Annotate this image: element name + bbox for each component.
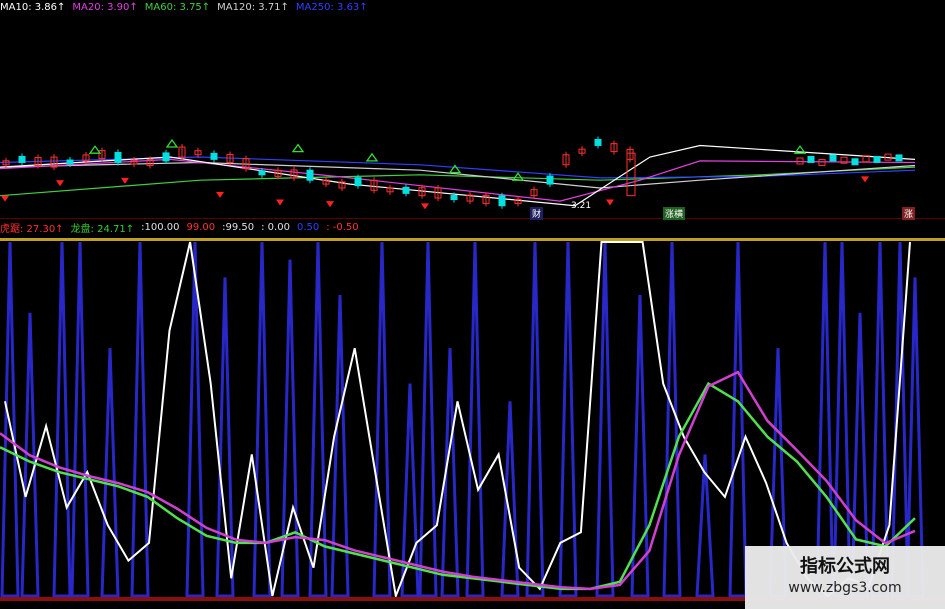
spike-bar	[695, 454, 715, 598]
low-price-tag: 3.21	[571, 201, 592, 211]
candle	[114, 151, 122, 163]
buy-arrow	[88, 145, 102, 154]
sell-arrow	[216, 191, 224, 198]
sell-arrow	[326, 201, 334, 208]
value-4: 99.00	[186, 221, 216, 233]
buy-arrow	[291, 143, 305, 153]
value-3: :100.00	[141, 221, 180, 233]
candle	[818, 159, 826, 167]
indicator-panel[interactable]	[0, 241, 925, 600]
spike-bar	[832, 241, 852, 598]
candle	[895, 154, 903, 162]
candle	[18, 155, 26, 163]
value-8: : -0.50	[326, 221, 359, 233]
buy-arrow	[165, 138, 179, 148]
sell-arrow	[56, 180, 64, 187]
price-panel[interactable]	[0, 136, 916, 210]
watermark-url: www.zbgs3.com	[788, 580, 902, 596]
spike-bar	[595, 241, 615, 598]
zhang-tag-1[interactable]: 涨横	[663, 207, 686, 220]
cai-tag[interactable]: 财	[530, 207, 544, 220]
chart-canvas[interactable]	[0, 0, 945, 609]
indicator-top-border	[0, 238, 945, 241]
watermark-title: 指标公式网	[800, 556, 890, 577]
sell-arrow	[121, 177, 129, 184]
candle	[450, 195, 458, 201]
spike-bar	[185, 241, 205, 598]
sell-arrow	[1, 195, 9, 202]
spike-bar	[630, 295, 650, 598]
candle	[66, 159, 74, 165]
spike-bar	[815, 241, 835, 598]
sell-arrow	[276, 199, 284, 206]
ma-line	[0, 166, 916, 197]
spike-bar	[440, 348, 460, 598]
stock-chart-window: MA10: 3.86↑ MA20: 3.90↑ MA60: 3.75↑ MA12…	[0, 0, 945, 609]
value-7: 0.50	[296, 221, 320, 233]
candle	[851, 158, 859, 166]
sell-arrow	[421, 203, 429, 210]
candle	[306, 169, 314, 181]
spike-bar	[0, 241, 20, 598]
sell-arrow	[861, 176, 869, 183]
candle	[258, 170, 266, 176]
buy-arrow	[365, 152, 379, 162]
value-5: :99.50	[222, 221, 255, 233]
indicator-legend: 虎踞: 27.30↑ 龙盘: 24.71↑ :100.00 99.00 :99.…	[0, 220, 366, 235]
spike-bar	[525, 241, 545, 598]
candle	[829, 154, 837, 162]
spike-bar	[500, 401, 520, 598]
candle	[807, 155, 815, 163]
candle	[594, 138, 602, 146]
candle	[796, 157, 804, 165]
value-6: : 0.00	[261, 221, 290, 233]
candle	[210, 152, 218, 160]
sell-arrow	[606, 199, 614, 206]
candle	[402, 186, 410, 194]
watermark: 指标公式网 www.zbgs3.com	[745, 546, 945, 609]
candle	[546, 175, 554, 185]
candle	[873, 155, 881, 163]
spike-bar	[130, 241, 150, 598]
spike-bar	[70, 241, 90, 598]
panel-divider	[0, 218, 945, 219]
zhang-tag-2[interactable]: 涨	[902, 207, 916, 220]
ma-line	[0, 161, 916, 189]
candle	[162, 152, 170, 162]
candle	[498, 195, 506, 207]
tiger-label: 虎踞: 27.30↑	[0, 223, 64, 235]
spike-bar	[52, 241, 72, 598]
buy-arrow	[511, 172, 525, 181]
spike-bar	[728, 241, 748, 598]
candle	[354, 177, 362, 187]
spike-bar	[465, 241, 485, 598]
dragon-label: 龙盘: 24.71↑	[70, 223, 135, 235]
spike-bar	[100, 348, 120, 598]
spike-bar	[418, 241, 438, 598]
spike-bar	[215, 277, 235, 598]
